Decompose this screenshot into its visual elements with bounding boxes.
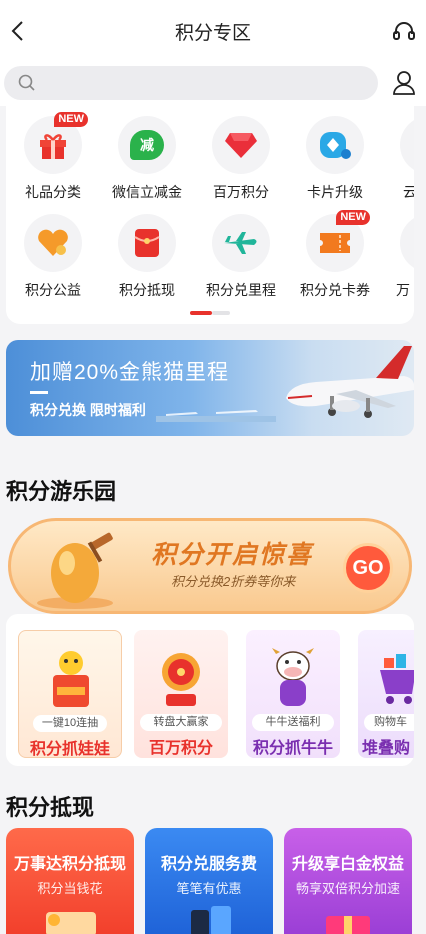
grid-item-gift-category[interactable]: NEW 礼品分类 [6,112,100,202]
withdraw-card-title: 万事达积分抵现 [13,856,126,873]
grid-item-partial[interactable]: 万 [382,214,414,300]
card-upgrade-icon [320,132,351,159]
egg-banner-title: 积分开启惊喜 [151,541,314,569]
headset-icon[interactable] [392,20,416,44]
grid-item-points-cashback[interactable]: 积分抵现 [100,214,194,300]
airplane-image [286,346,414,418]
search-input[interactable] [44,66,364,100]
grid-item-partial[interactable]: 云 [382,116,414,202]
page-indicator-inactive [212,311,230,315]
grid-item-wechat-discount[interactable]: 减 微信立减金 [100,116,194,202]
search-icon [18,74,35,91]
grid-item-points-to-coupon[interactable]: NEW 积分兑卡券 [288,210,382,300]
grid-item-label: 礼品分类 [25,184,81,200]
grid-item-label: 积分公益 [25,282,81,298]
games-row: 一键10连抽 积分抓娃娃 转盘大赢家 百万积分 牛牛送福利 积分抓牛牛 购物车 … [6,614,414,766]
new-badge: NEW [54,112,88,127]
gift-box-illustration-icon [326,916,370,934]
game-name: 积分抓娃娃 [29,741,110,758]
withdraw-card-subtitle: 畅享双倍积分加速 [295,881,400,896]
withdraw-card-title: 积分兑服务费 [160,856,257,873]
prize-wheel-icon [162,653,200,706]
banner-subtitle: 积分兑换 限时福利 [30,402,146,418]
airplane-icon [224,232,257,254]
game-card-cow[interactable]: 牛牛送福利 积分抓牛牛 [246,630,340,758]
wechat-discount-icon: 减 [130,130,164,160]
game-pill: 一键10连抽 [33,715,107,732]
withdraw-card-subtitle: 笔笔有优惠 [176,881,242,896]
game-name: 堆叠购 [362,740,411,757]
game-card-wheel[interactable]: 转盘大赢家 百万积分 [134,630,228,758]
grid-item-label: 积分兑里程 [206,282,276,298]
top-nav-bar: 积分专区 [0,0,426,62]
heart-icon [38,229,68,256]
grid-item-label: 百万积分 [213,184,269,200]
red-packet-icon [134,229,160,257]
user-icon[interactable] [392,70,416,96]
feature-grid: NEW 礼品分类 减 微信立减金 百万积分 卡片升级 云 积分公益 积分抵现 积… [6,106,414,324]
ticket-icon [320,233,350,253]
coupon-illustration-icon [46,912,96,934]
grid-item-label: 积分兑卡券 [300,282,370,298]
phone-illustration-icon [191,906,231,934]
grid-item-label: 微信立减金 [112,184,182,200]
withdraw-card-mastercard[interactable]: 万事达积分抵现 积分当钱花 [6,828,134,934]
gift-icon [40,134,66,159]
gem-icon [225,133,257,158]
banner-title: 加赠20%金熊猫里程 [30,361,230,384]
game-name: 百万积分 [148,740,213,757]
claw-machine-icon [53,651,89,707]
game-card-claw[interactable]: 一键10连抽 积分抓娃娃 [18,630,122,758]
egg-banner[interactable]: 积分开启惊喜 积分兑换2折券等你来 GO [8,518,412,614]
grid-item-label: 积分抵现 [119,282,175,298]
promo-banner-miles[interactable]: 加赠20%金熊猫里程 积分兑换 限时福利 [6,340,414,436]
new-badge: NEW [336,210,370,225]
golden-egg-icon [37,532,113,609]
grid-item-points-to-miles[interactable]: 积分兑里程 [194,214,288,300]
game-pill: 牛牛送福利 [252,714,334,731]
grid-item-million-points[interactable]: 百万积分 [194,116,288,202]
withdraw-card-platinum[interactable]: 升级享白金权益 畅享双倍积分加速 [284,828,412,934]
page-indicator [190,311,230,315]
page-indicator-active [190,311,212,315]
grid-item-charity[interactable]: 积分公益 [6,214,100,300]
grid-item-label: 万 [396,282,410,298]
game-name: 积分抓牛牛 [252,740,333,757]
section-title-withdraw: 积分抵现 [6,795,95,820]
grid-item-card-upgrade[interactable]: 卡片升级 [288,116,382,202]
section-title-playground: 积分游乐园 [6,479,117,504]
page-title: 积分专区 [174,23,251,44]
search-row [0,62,426,106]
runway-planes-icon [156,410,276,422]
banner-divider [30,391,48,394]
withdraw-card-service-fee[interactable]: 积分兑服务费 笔笔有优惠 [145,828,273,934]
shopping-cart-icon [380,654,414,704]
game-pill: 购物车 [364,714,414,731]
egg-banner-subtitle: 积分兑换2折券等你来 [171,574,296,589]
game-pill: 转盘大赢家 [140,714,222,731]
grid-item-label: 云 [403,184,414,200]
cow-mascot-icon [272,648,314,706]
game-card-stack-buy[interactable]: 购物车 堆叠购 [358,630,414,758]
withdraw-card-subtitle: 积分当钱花 [37,881,103,896]
search-bar[interactable] [4,66,378,100]
withdraw-card-title: 升级享白金权益 [291,856,404,873]
grid-item-label: 卡片升级 [307,184,363,200]
go-button[interactable]: GO [343,543,393,593]
